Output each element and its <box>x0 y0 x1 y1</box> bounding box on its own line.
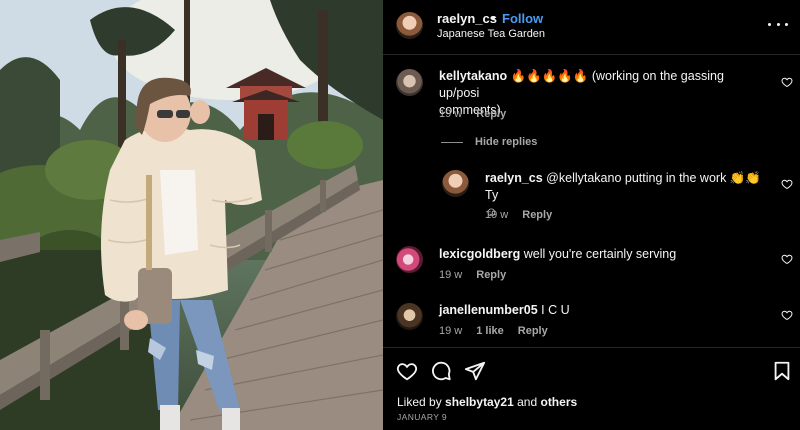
comment-time: 19 w <box>439 325 463 337</box>
post-date: JANUARY 9 <box>397 412 448 422</box>
avatar[interactable] <box>396 246 423 273</box>
comment-icon[interactable] <box>430 360 452 382</box>
hide-replies-label: Hide replies <box>475 136 538 148</box>
post-location[interactable]: Japanese Tea Garden <box>437 28 545 40</box>
avatar[interactable] <box>442 170 469 197</box>
heart-icon[interactable] <box>781 178 793 190</box>
hide-replies-button[interactable]: Hide replies <box>441 136 537 148</box>
liked-by: Liked by shelbytay21 and others <box>397 395 577 409</box>
comment-body: lexicgoldberg well you're certainly serv… <box>439 246 759 263</box>
heart-icon[interactable] <box>781 76 793 88</box>
comment-item: kellytakano 🔥🔥🔥🔥🔥 (working on the gassin… <box>383 66 800 126</box>
comment-meta: 19 w 1 like Reply <box>439 325 548 337</box>
comment-time: 19 w <box>439 269 463 281</box>
avatar[interactable] <box>396 69 423 96</box>
separator-dot: • <box>491 10 496 25</box>
heart-icon[interactable] <box>781 253 793 265</box>
reply-username[interactable]: raelyn_cs <box>485 171 543 185</box>
comment-username[interactable]: lexicgoldberg <box>439 247 520 261</box>
likes-count[interactable]: 1 like <box>476 325 504 337</box>
comment-item: lexicgoldberg well you're certainly serv… <box>383 244 800 288</box>
comment-username[interactable]: kellytakano <box>439 69 507 83</box>
reply-button[interactable]: Reply <box>476 269 506 281</box>
post-photo[interactable] <box>0 0 383 430</box>
post-header: raelyn_cs • Follow Japanese Tea Garden <box>383 0 800 55</box>
comment-meta: 19 w Reply <box>439 269 506 281</box>
liked-others-link[interactable]: others <box>540 395 577 409</box>
heart-icon[interactable] <box>396 360 418 382</box>
post-panel: raelyn_cs • Follow Japanese Tea Garden k… <box>383 0 800 430</box>
photo-scene <box>0 0 383 430</box>
reply-button[interactable]: Reply <box>518 325 548 337</box>
comment-item: janellenumber05 I C U 19 w 1 like Reply <box>383 301 800 345</box>
action-bar: Liked by shelbytay21 and others JANUARY … <box>383 347 800 430</box>
avatar[interactable] <box>396 12 423 39</box>
liked-and: and <box>517 395 538 409</box>
heart-icon[interactable] <box>781 309 793 321</box>
comment-username[interactable]: janellenumber05 <box>439 303 538 317</box>
comment-text: well you're certainly serving <box>523 247 677 261</box>
comment-meta: 19 w Reply <box>439 108 506 120</box>
post-username[interactable]: raelyn_cs <box>437 11 497 26</box>
liked-prefix: Liked by <box>397 395 442 409</box>
reply-button[interactable]: Reply <box>522 209 552 221</box>
comment-body: janellenumber05 I C U <box>439 302 759 319</box>
follow-button[interactable]: Follow <box>502 11 543 26</box>
comment-text: I C U <box>541 303 570 317</box>
bookmark-icon[interactable] <box>771 360 793 382</box>
avatar[interactable] <box>396 303 423 330</box>
reply-time: 19 w <box>485 209 509 221</box>
share-icon[interactable] <box>464 360 486 382</box>
comment-time: 19 w <box>439 108 463 120</box>
liked-user-link[interactable]: shelbytay21 <box>445 395 514 409</box>
reply-meta: 19 w Reply <box>485 209 552 221</box>
reply-item: raelyn_cs @kellytakano putting in the wo… <box>383 168 800 228</box>
more-icon[interactable] <box>768 16 788 32</box>
divider <box>441 141 463 143</box>
reply-button[interactable]: Reply <box>476 108 506 120</box>
